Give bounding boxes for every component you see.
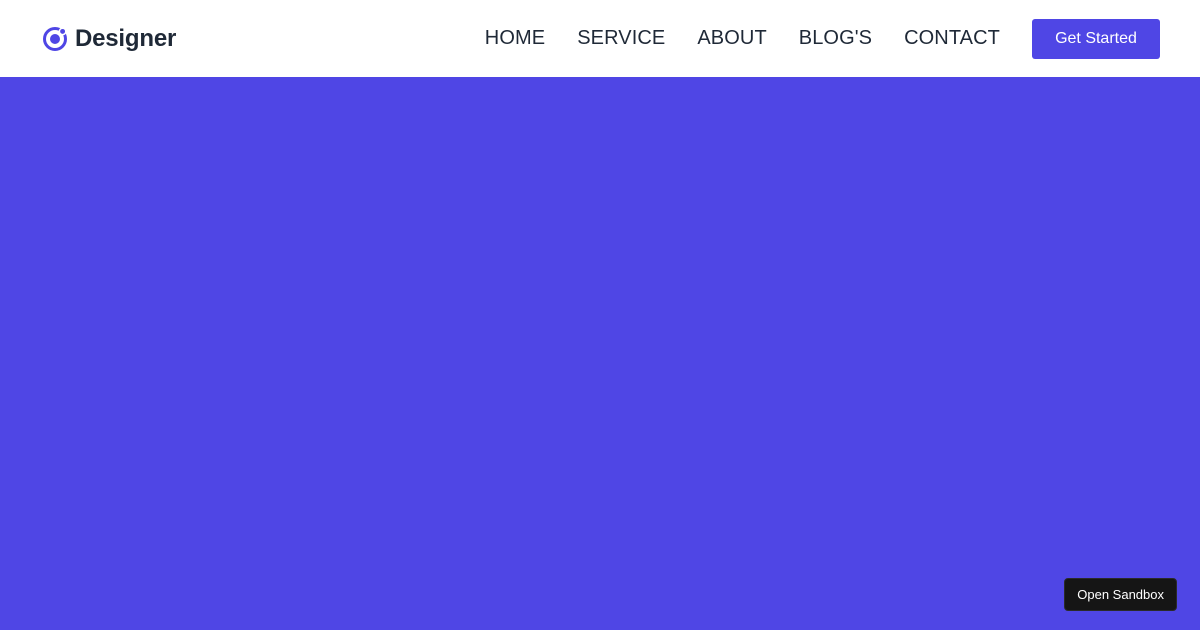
nav-home[interactable]: HOME: [485, 27, 545, 50]
open-sandbox-button[interactable]: Open Sandbox: [1064, 578, 1177, 611]
nav-contact[interactable]: CONTACT: [904, 27, 1000, 50]
brand-name: Designer: [75, 24, 177, 52]
nav-about[interactable]: ABOUT: [697, 27, 766, 50]
nav-service[interactable]: SERVICE: [577, 27, 665, 50]
nav-blogs[interactable]: BLOG'S: [799, 27, 872, 50]
brand-logo-link[interactable]: Designer: [41, 25, 176, 53]
hero-section: [0, 77, 1200, 630]
get-started-button[interactable]: Get Started: [1032, 18, 1160, 59]
navbar: Designer HOME SERVICE ABOUT BLOG'S CONTA…: [0, 0, 1200, 77]
ionic-logo-icon: [41, 25, 69, 53]
main-nav: HOME SERVICE ABOUT BLOG'S CONTACT: [485, 27, 1000, 50]
page: Designer HOME SERVICE ABOUT BLOG'S CONTA…: [0, 0, 1200, 630]
